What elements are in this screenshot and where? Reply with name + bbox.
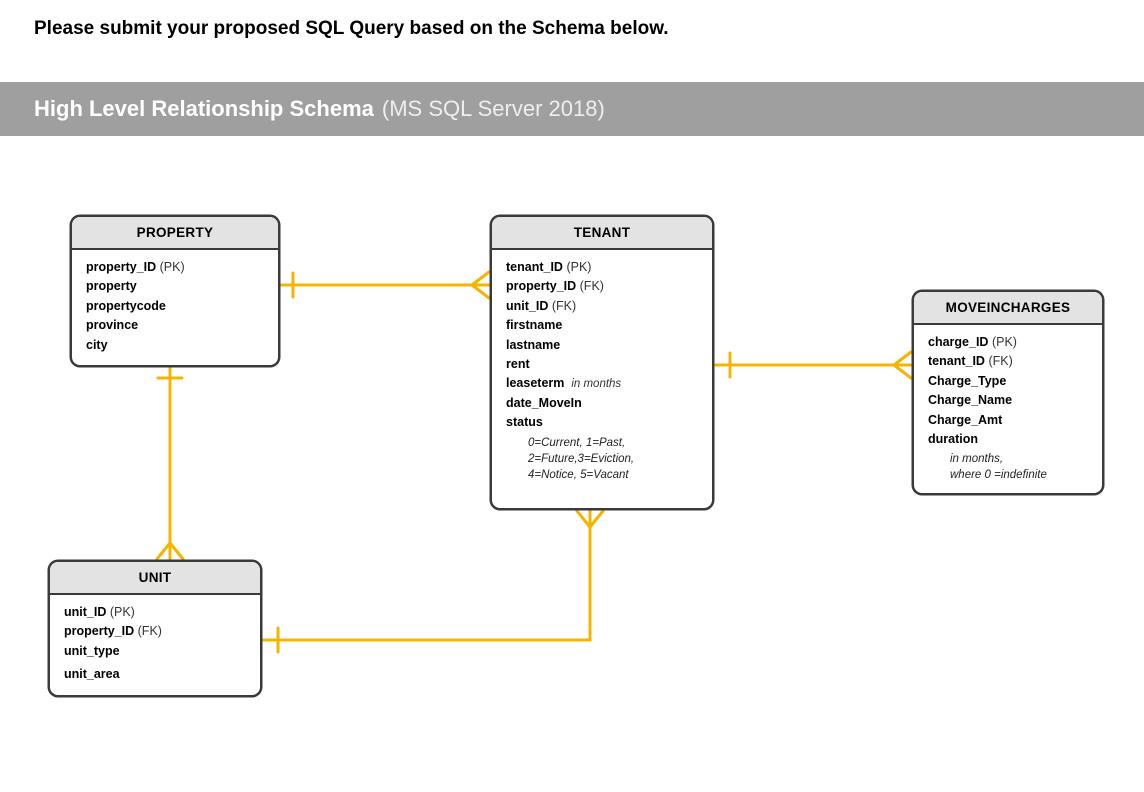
field-row: unit_ID (FK) [506,297,700,316]
entity-title: MOVEINCHARGES [914,292,1102,325]
entity-fields: charge_ID (PK) tenant_ID (FK) Charge_Typ… [914,325,1102,493]
field-row: property_ID (PK) [86,258,266,277]
field-note: in months, where 0 =indefinite [950,451,1090,483]
er-diagram: PROPERTY property_ID (PK) property prope… [0,160,1144,792]
field-row: charge_ID (PK) [928,333,1090,352]
field-row: city [86,336,266,355]
entity-title: UNIT [50,562,260,595]
schema-banner: High Level Relationship Schema (MS SQL S… [0,82,1144,136]
banner-title-light: (MS SQL Server 2018) [382,96,605,122]
field-row: unit_area [64,665,248,684]
field-row: propertycode [86,297,266,316]
field-note: 0=Current, 1=Past, 2=Future,3=Eviction, … [528,435,700,483]
field-row: unit_ID (PK) [64,603,248,622]
banner-title-strong: High Level Relationship Schema [34,96,374,122]
field-row: unit_type [64,642,248,661]
entity-unit: UNIT unit_ID (PK) property_ID (FK) unit_… [48,560,262,697]
instruction-text: Please submit your proposed SQL Query ba… [0,0,1144,40]
field-row: Charge_Amt [928,411,1090,430]
field-row: rent [506,355,700,374]
field-row: property_ID (FK) [506,277,700,296]
entity-title: TENANT [492,217,712,250]
field-row: tenant_ID (PK) [506,258,700,277]
entity-title: PROPERTY [72,217,278,250]
field-row: status [506,413,700,432]
field-row: property [86,277,266,296]
field-row: province [86,316,266,335]
field-row: firstname [506,316,700,335]
entity-fields: unit_ID (PK) property_ID (FK) unit_type … [50,595,260,695]
field-row: duration [928,430,1090,449]
entity-fields: property_ID (PK) property propertycode p… [72,250,278,365]
field-row: date_MoveIn [506,394,700,413]
field-row: leaseterm in months [506,374,700,394]
entity-property: PROPERTY property_ID (PK) property prope… [70,215,280,367]
entity-moveincharges: MOVEINCHARGES charge_ID (PK) tenant_ID (… [912,290,1104,495]
field-row: Charge_Type [928,372,1090,391]
field-row: tenant_ID (FK) [928,352,1090,371]
entity-tenant: TENANT tenant_ID (PK) property_ID (FK) u… [490,215,714,510]
field-row: lastname [506,336,700,355]
entity-fields: tenant_ID (PK) property_ID (FK) unit_ID … [492,250,712,493]
field-row: Charge_Name [928,391,1090,410]
field-row: property_ID (FK) [64,622,248,641]
